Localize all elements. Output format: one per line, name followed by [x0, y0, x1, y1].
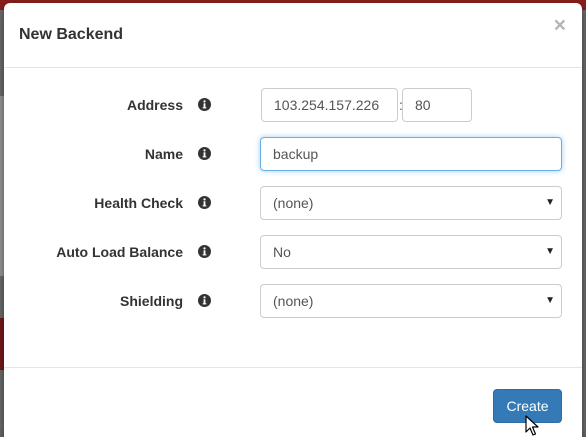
info-icon — [198, 245, 211, 258]
new-backend-dialog: New Backend × Address 103.254.157.226 : … — [4, 3, 582, 437]
auto-load-balance-selected-value: No — [273, 244, 291, 260]
caret-down-icon: ▼ — [545, 246, 555, 257]
name-input[interactable]: backup — [260, 137, 562, 171]
shielding-row: Shielding (none) ▼ — [4, 284, 582, 318]
health-check-selected-value: (none) — [273, 195, 314, 211]
address-row: Address 103.254.157.226 : 80 — [4, 88, 582, 122]
close-icon[interactable]: × — [554, 15, 566, 36]
shielding-selected-value: (none) — [273, 293, 314, 309]
dialog-title: New Backend — [19, 26, 124, 43]
caret-down-icon: ▼ — [545, 295, 555, 306]
auto-load-balance-label: Auto Load Balance — [56, 244, 183, 260]
info-icon — [198, 196, 211, 209]
mouse-pointer-icon — [525, 415, 539, 436]
info-icon — [198, 147, 211, 160]
health-check-label: Health Check — [94, 195, 183, 211]
shielding-label: Shielding — [120, 293, 183, 309]
caret-down-icon: ▼ — [545, 197, 555, 208]
info-icon — [198, 294, 211, 307]
dialog-footer: Create — [4, 367, 582, 437]
info-icon — [198, 98, 211, 111]
health-check-select[interactable]: (none) ▼ — [260, 186, 562, 220]
dialog-header: New Backend × — [4, 3, 582, 68]
health-check-row: Health Check (none) ▼ — [4, 186, 582, 220]
address-port-input[interactable]: 80 — [402, 88, 472, 122]
address-label: Address — [126, 97, 183, 113]
address-host-input[interactable]: 103.254.157.226 — [261, 88, 398, 122]
name-row: Name backup — [4, 137, 582, 171]
auto-load-balance-row: Auto Load Balance No ▼ — [4, 235, 582, 269]
shielding-select[interactable]: (none) ▼ — [260, 284, 562, 318]
auto-load-balance-select[interactable]: No ▼ — [260, 235, 562, 269]
name-label: Name — [144, 146, 183, 162]
